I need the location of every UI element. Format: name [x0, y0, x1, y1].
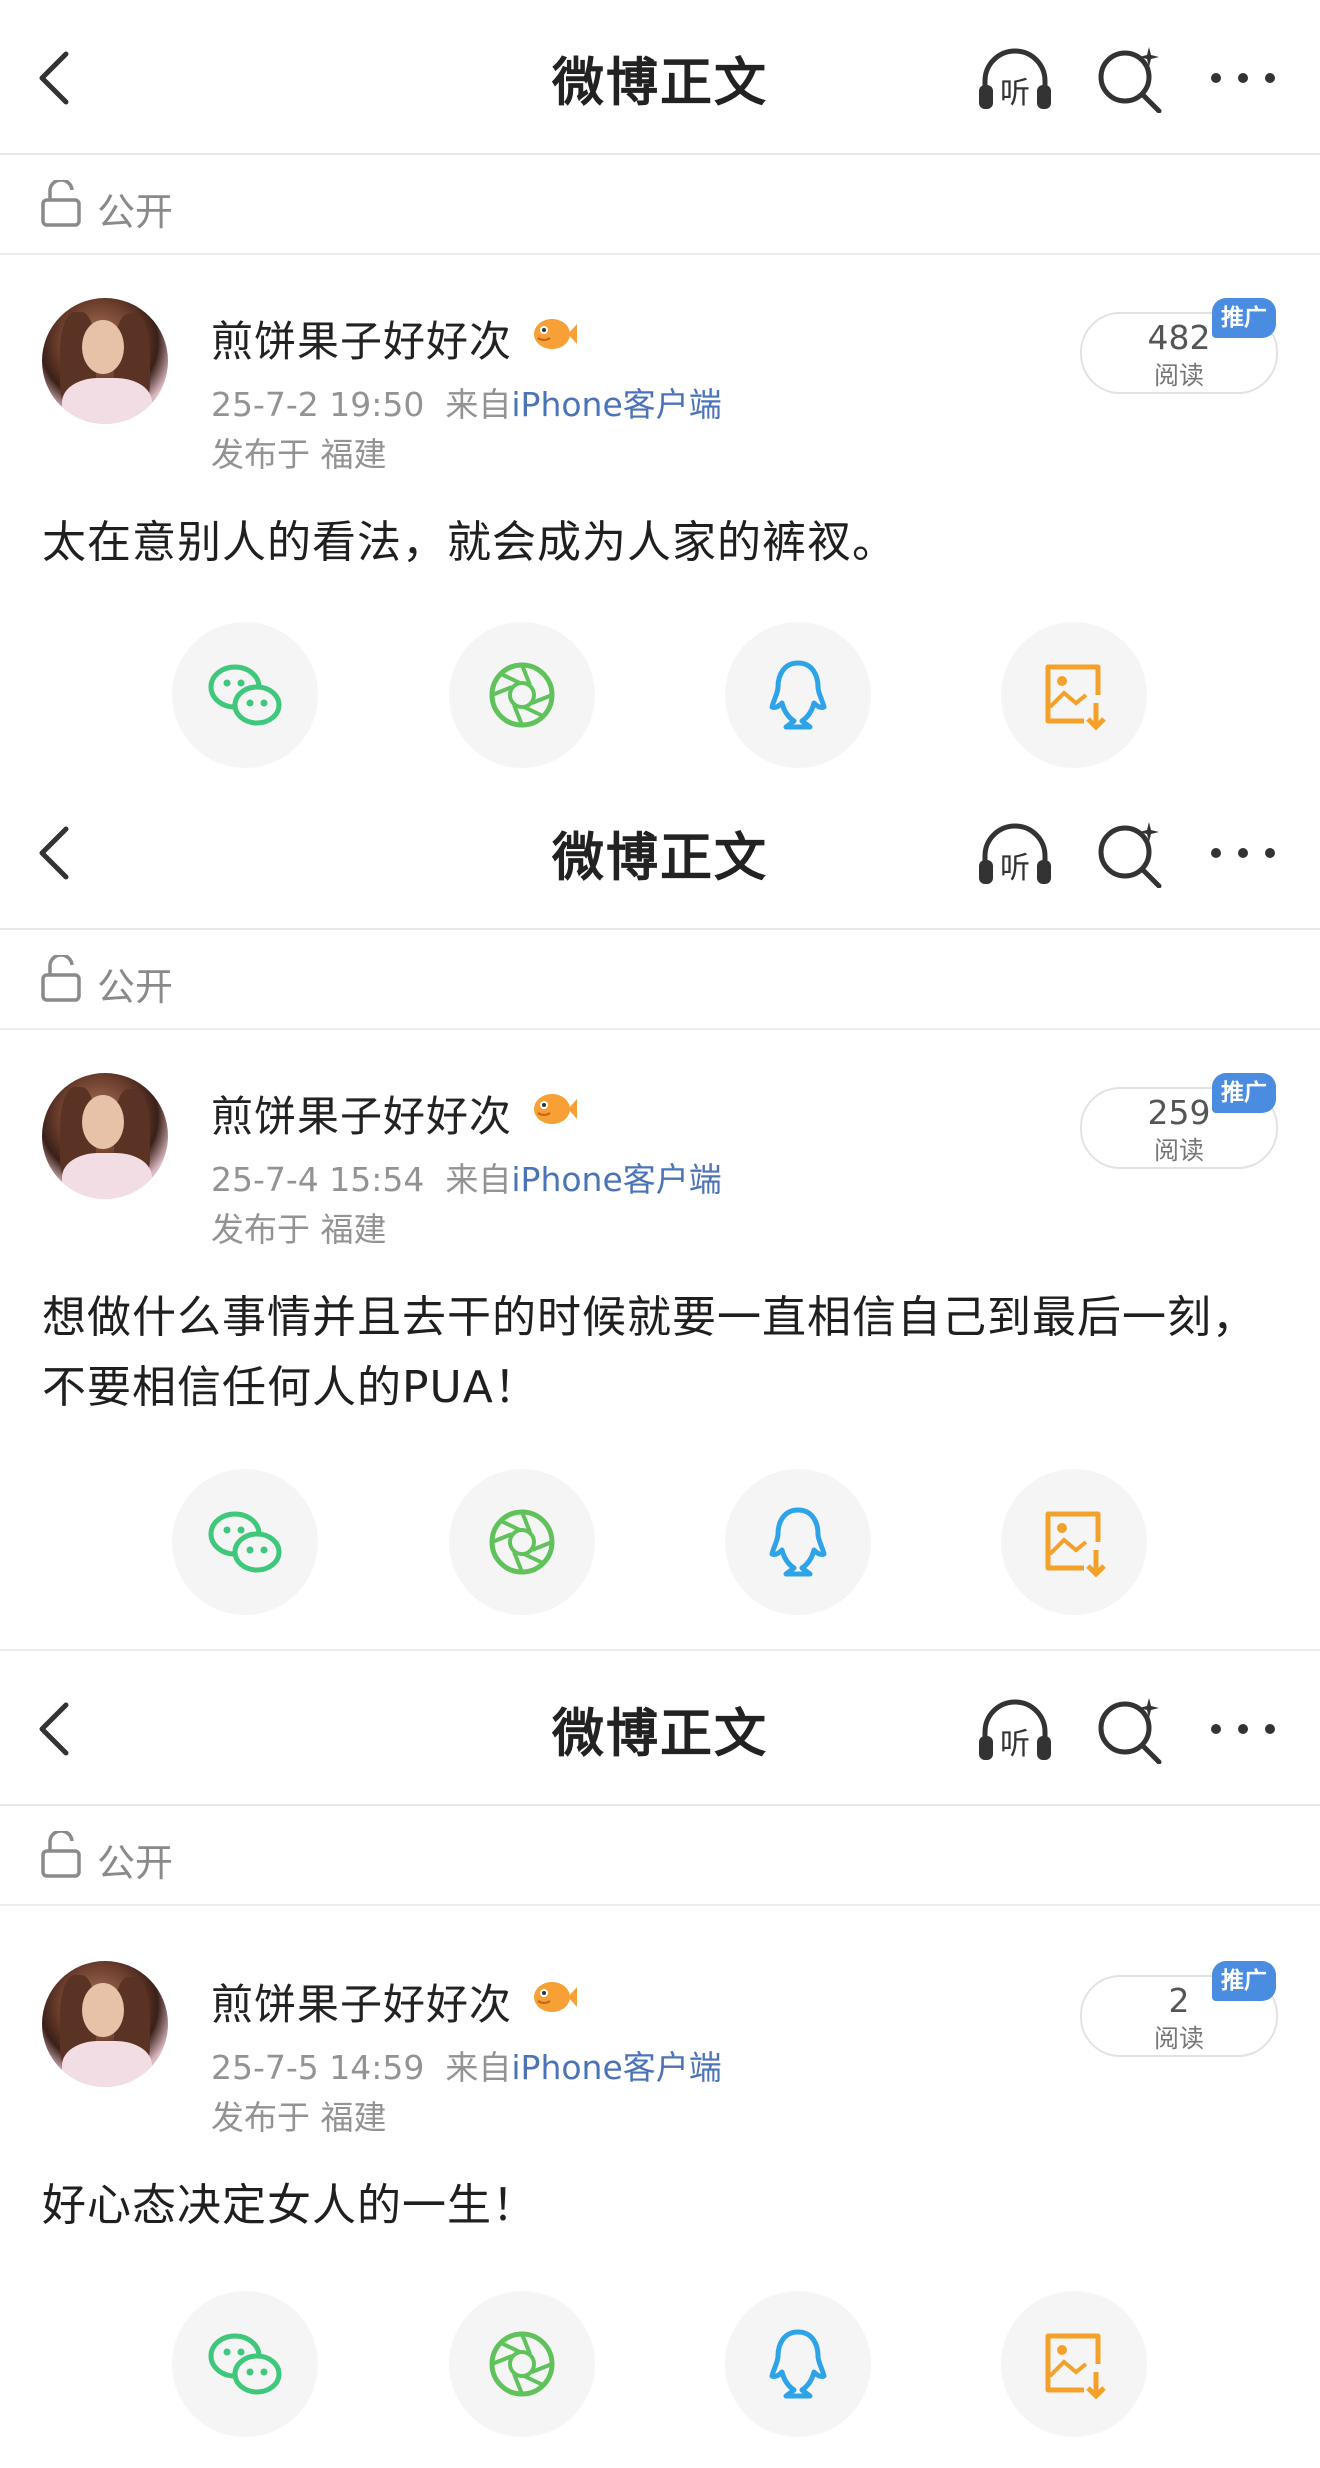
fish-badge-icon[interactable] — [530, 1977, 578, 2017]
search-icon[interactable] — [1095, 43, 1165, 113]
fish-badge-icon[interactable] — [530, 1089, 578, 1129]
top-nav-bar: 微博正文 听 — [0, 1651, 1320, 1806]
visibility-label: 公开 — [97, 965, 174, 1009]
share-moments-button[interactable] — [449, 622, 595, 768]
post-meta: 25-7-5 14:59 来自iPhone客户端 — [211, 2041, 722, 2089]
promote-badge[interactable]: 推广 — [1212, 1073, 1276, 1113]
share-qq-button[interactable] — [725, 2291, 871, 2437]
source-prefix: 来自 — [445, 385, 512, 424]
share-wechat-button[interactable] — [172, 1469, 318, 1615]
avatar[interactable] — [42, 298, 168, 424]
source-prefix: 来自 — [445, 1160, 512, 1199]
listen-icon[interactable]: 听 — [975, 43, 1055, 113]
visibility-row: 公开 — [0, 155, 1320, 255]
username[interactable]: 煎饼果子好好次 — [211, 1083, 512, 1144]
share-wechat-button[interactable] — [172, 2291, 318, 2437]
share-wechat-button[interactable] — [172, 622, 318, 768]
moments-icon — [489, 2331, 555, 2397]
moments-icon — [489, 662, 555, 728]
more-icon[interactable] — [1208, 1714, 1278, 1744]
divider — [0, 1904, 1320, 1906]
search-icon[interactable] — [1095, 818, 1165, 888]
divider — [0, 253, 1320, 255]
listen-icon[interactable]: 听 — [975, 1694, 1055, 1764]
save-image-icon — [1045, 664, 1106, 731]
source-link[interactable]: iPhone客户端 — [511, 385, 721, 424]
post-text: 太在意别人的看法，就会成为人家的裤衩。 — [42, 517, 897, 568]
post-location: 发布于 福建 — [211, 435, 387, 474]
post-text: 好心态决定女人的一生！ — [42, 2180, 537, 2231]
more-icon[interactable] — [1208, 63, 1278, 93]
save-image-button[interactable] — [1001, 2291, 1147, 2437]
post-panel-1: 微博正文 听 公开 煎饼果子好好次 25-7-2 19:50 来自iPhone客… — [0, 0, 1320, 782]
read-count-unit: 阅读 — [1153, 1136, 1204, 1165]
share-moments-button[interactable] — [449, 2291, 595, 2437]
fish-badge-icon[interactable] — [530, 314, 578, 354]
source-link[interactable]: iPhone客户端 — [511, 2048, 721, 2087]
source-prefix: 来自 — [445, 2048, 512, 2087]
svg-text:听: 听 — [1000, 76, 1030, 111]
post-text: 想做什么事情并且去干的时候就要一直相信自己到最后一刻，不要相信任何人的PUA！ — [42, 1292, 1257, 1413]
post-location: 发布于 福建 — [211, 2098, 387, 2137]
visibility-label: 公开 — [97, 190, 174, 234]
promote-badge[interactable]: 推广 — [1212, 298, 1276, 338]
visibility-row: 公开 — [0, 930, 1320, 1030]
qq-icon — [769, 2329, 827, 2399]
post-date: 25-7-4 15:54 — [211, 1160, 425, 1199]
post-meta: 25-7-2 19:50 来自iPhone客户端 — [211, 378, 722, 426]
search-icon[interactable] — [1095, 1694, 1165, 1764]
unlock-icon — [41, 180, 81, 227]
top-nav-bar: 微博正文 听 — [0, 775, 1320, 930]
qq-icon — [769, 1507, 827, 1577]
post-meta: 25-7-4 15:54 来自iPhone客户端 — [211, 1153, 722, 1201]
visibility-label: 公开 — [97, 1841, 174, 1885]
post-date: 25-7-5 14:59 — [211, 2048, 425, 2087]
divider — [0, 1028, 1320, 1030]
visibility-row: 公开 — [0, 1806, 1320, 1906]
username[interactable]: 煎饼果子好好次 — [211, 1971, 512, 2032]
post-panel-2: 微博正文 听 公开 煎饼果子好好次 25-7-4 15:54 来自iPhone客… — [0, 775, 1320, 1650]
qq-icon — [769, 660, 827, 730]
wechat-icon — [208, 1511, 282, 1573]
save-image-icon — [1045, 2333, 1106, 2400]
more-icon[interactable] — [1208, 838, 1278, 868]
avatar[interactable] — [42, 1961, 168, 2087]
username[interactable]: 煎饼果子好好次 — [211, 308, 512, 369]
read-count-unit: 阅读 — [1153, 361, 1204, 390]
post-panel-3: 微博正文 听 公开 煎饼果子好好次 25-7-5 14:59 来自iPhone客… — [0, 1651, 1320, 2468]
share-qq-button[interactable] — [725, 1469, 871, 1615]
top-nav-bar: 微博正文 听 — [0, 0, 1320, 155]
share-qq-button[interactable] — [725, 622, 871, 768]
post-date: 25-7-2 19:50 — [211, 385, 425, 424]
moments-icon — [489, 1509, 555, 1575]
save-image-button[interactable] — [1001, 622, 1147, 768]
avatar[interactable] — [42, 1073, 168, 1199]
promote-badge[interactable]: 推广 — [1212, 1961, 1276, 2001]
wechat-icon — [208, 664, 282, 726]
read-count-unit: 阅读 — [1153, 2024, 1204, 2053]
listen-icon[interactable]: 听 — [975, 818, 1055, 888]
save-image-button[interactable] — [1001, 1469, 1147, 1615]
unlock-icon — [41, 955, 81, 1002]
share-moments-button[interactable] — [449, 1469, 595, 1615]
wechat-icon — [208, 2333, 282, 2395]
svg-text:听: 听 — [1000, 1727, 1030, 1762]
svg-text:听: 听 — [1000, 851, 1030, 886]
post-location: 发布于 福建 — [211, 1210, 387, 1249]
save-image-icon — [1045, 1511, 1106, 1578]
source-link[interactable]: iPhone客户端 — [511, 1160, 721, 1199]
unlock-icon — [41, 1831, 81, 1878]
